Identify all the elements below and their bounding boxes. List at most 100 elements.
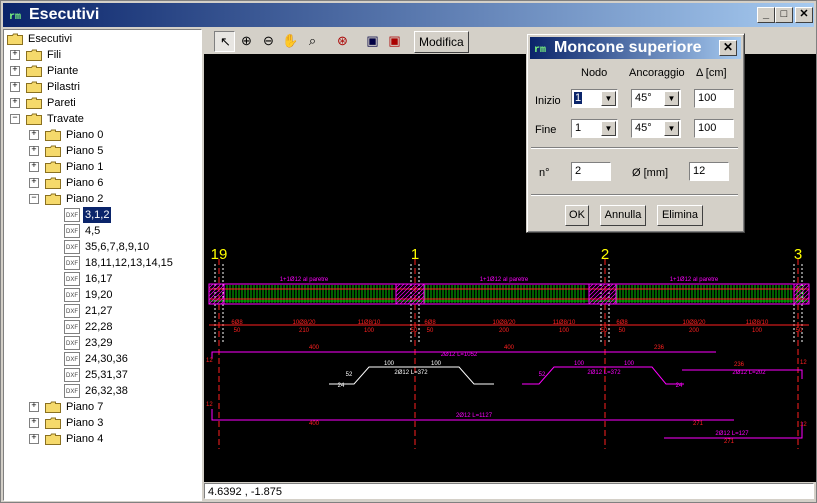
collapse-icon[interactable]: − — [10, 114, 20, 124]
tree-item-file[interactable]: DXF 16,17 — [4, 271, 199, 287]
folder-icon — [45, 129, 61, 141]
dimension-value: 50 — [619, 328, 626, 334]
tree-item-label: Piano 6 — [66, 177, 104, 189]
app-logo-icon: rm — [534, 45, 546, 54]
expand-icon[interactable]: + — [29, 162, 39, 172]
minimize-button[interactable]: _ — [757, 7, 775, 23]
diameter-input[interactable]: 12 — [689, 162, 729, 181]
tree-item-file[interactable]: DXF 26,32,38 — [4, 383, 199, 399]
bar-segment-label: 100 — [384, 361, 395, 367]
tree-item-file[interactable]: DXF 24,30,36 — [4, 351, 199, 367]
header-delta: Δ [cm] — [696, 67, 727, 79]
pointer-icon: ↖ — [220, 34, 231, 49]
zoom-out-icon: ⊖ — [263, 33, 274, 48]
collapse-icon[interactable]: − — [29, 194, 39, 204]
tree-item-file[interactable]: DXF 3,1,2 — [4, 207, 199, 223]
dialog-title-bar[interactable]: rm Moncone superiore ✕ — [530, 37, 741, 59]
fine-ancoraggio-select[interactable]: 45° ▼ — [631, 119, 681, 138]
folder-icon — [7, 33, 23, 45]
hatch-line — [588, 283, 606, 301]
node-number: 2 — [601, 246, 609, 263]
zoom-out-button[interactable]: ⊖ — [258, 31, 279, 52]
dialog-close-button[interactable]: ✕ — [719, 40, 737, 56]
chevron-down-icon[interactable]: ▼ — [664, 91, 679, 106]
tree-item-floor[interactable]: + Piano 3 — [4, 415, 199, 431]
chevron-down-icon[interactable]: ▼ — [601, 121, 616, 136]
maximize-button[interactable]: □ — [775, 7, 793, 23]
save-as-button[interactable]: ▣ — [384, 31, 405, 52]
tree-item-floor[interactable]: + Piano 7 — [4, 399, 199, 415]
expand-icon[interactable]: + — [10, 50, 20, 60]
expand-icon[interactable]: + — [10, 82, 20, 92]
tree-item-root[interactable]: Esecutivi — [4, 31, 199, 47]
save-button[interactable]: ▣ — [362, 31, 383, 52]
tree-item-floor[interactable]: + Piano 5 — [4, 143, 199, 159]
bar-segment-label: 24 — [338, 383, 345, 389]
tree-item-label: 3,1,2 — [83, 207, 112, 223]
zoom-extents-button[interactable]: ⊛ — [332, 31, 353, 52]
tree-item-floor[interactable]: + Piano 4 — [4, 431, 199, 447]
tree-item-file[interactable]: DXF 18,11,12,13,14,15 — [4, 255, 199, 271]
expand-icon[interactable]: + — [29, 434, 39, 444]
folder-icon — [26, 97, 42, 109]
chevron-down-icon[interactable]: ▼ — [664, 121, 679, 136]
hatch-line — [208, 284, 225, 301]
expand-icon[interactable]: + — [10, 98, 20, 108]
tree-item-pareti[interactable]: + Pareti — [4, 95, 199, 111]
expand-icon[interactable]: + — [29, 402, 39, 412]
tree-item-label: 24,30,36 — [85, 353, 128, 365]
tree-item-file[interactable]: DXF 22,28 — [4, 319, 199, 335]
fine-nodo-select[interactable]: 1 ▼ — [571, 119, 618, 138]
title-bar[interactable]: rm Esecutivi _ □ ✕ — [3, 3, 814, 27]
label-n: n° — [539, 167, 550, 179]
folder-icon — [45, 145, 61, 157]
tree-item-file[interactable]: DXF 4,5 — [4, 223, 199, 239]
tree-item-file[interactable]: DXF 19,20 — [4, 287, 199, 303]
inizio-nodo-select[interactable]: 1 ▼ — [571, 89, 618, 108]
expand-icon[interactable]: + — [10, 66, 20, 76]
tree-item-floor[interactable]: − Piano 2 — [4, 191, 199, 207]
tree-item-floor[interactable]: + Piano 0 — [4, 127, 199, 143]
expand-icon[interactable]: + — [29, 178, 39, 188]
hatch-line — [395, 283, 413, 301]
tree-item-floor[interactable]: + Piano 6 — [4, 175, 199, 191]
inizio-delta-input[interactable]: 100 — [694, 89, 734, 108]
tree-view[interactable]: Esecutivi + Fili + Piante + Pilastri + Pareti − Tr… — [3, 29, 202, 501]
save-icon: ▣ — [366, 33, 379, 48]
expand-icon[interactable]: + — [29, 130, 39, 140]
tree-item-travate[interactable]: − Travate — [4, 111, 199, 127]
annulla-button[interactable]: Annulla — [600, 205, 646, 226]
tree-item-file[interactable]: DXF 23,29 — [4, 335, 199, 351]
tree-item-pilastri[interactable]: + Pilastri — [4, 79, 199, 95]
ok-button[interactable]: OK — [565, 205, 589, 226]
header-ancoraggio: Ancoraggio — [629, 67, 685, 79]
n-input[interactable]: 2 — [571, 162, 611, 181]
zoom-window-button[interactable]: ⌕ — [302, 31, 323, 52]
elimina-button[interactable]: Elimina — [657, 205, 703, 226]
close-button[interactable]: ✕ — [795, 7, 813, 23]
svg-text:rm: rm — [9, 12, 21, 21]
tree-item-file[interactable]: DXF 25,31,37 — [4, 367, 199, 383]
chevron-down-icon[interactable]: ▼ — [601, 91, 616, 106]
tree-item-fili[interactable]: + Fili — [4, 47, 199, 63]
modify-button[interactable]: Modifica — [414, 31, 469, 53]
expand-icon[interactable]: + — [29, 418, 39, 428]
pointer-tool-button[interactable]: ↖ — [214, 31, 235, 52]
separator — [531, 194, 738, 196]
expand-icon[interactable]: + — [29, 146, 39, 156]
zoom-window-icon: ⌕ — [308, 33, 317, 48]
inizio-ancoraggio-select[interactable]: 45° ▼ — [631, 89, 681, 108]
tree-item-file[interactable]: DXF 21,27 — [4, 303, 199, 319]
separator — [531, 147, 738, 149]
pan-button[interactable]: ✋ — [280, 31, 301, 52]
zoom-in-button[interactable]: ⊕ — [236, 31, 257, 52]
fine-delta-input[interactable]: 100 — [694, 119, 734, 138]
tree-item-floor[interactable]: + Piano 1 — [4, 159, 199, 175]
folder-icon — [45, 433, 61, 445]
tree-item-label: Piano 5 — [66, 145, 104, 157]
folder-icon — [45, 417, 61, 429]
tree-item-file[interactable]: DXF 35,6,7,8,9,10 — [4, 239, 199, 255]
dimension-value: 100 — [752, 328, 763, 334]
tree-item-piante[interactable]: + Piante — [4, 63, 199, 79]
dxf-file-icon: DXF — [64, 336, 80, 350]
